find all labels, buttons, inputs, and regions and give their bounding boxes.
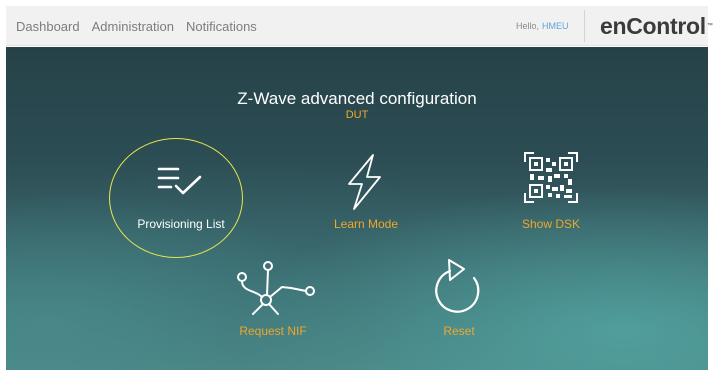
config-panel: Z-Wave advanced configuration DUT Provis… — [6, 47, 708, 370]
brand-logo: enControl ™ — [600, 6, 713, 46]
qr-code-icon — [524, 152, 578, 203]
user-greeting: Hello, HMEU — [516, 6, 569, 46]
header-divider — [584, 10, 585, 42]
show-dsk-tile[interactable]: Show DSK — [476, 147, 626, 257]
user-name-link[interactable]: HMEU — [542, 21, 569, 31]
page-title: Z-Wave advanced configuration — [237, 89, 477, 108]
list-check-icon — [157, 167, 202, 195]
nav-notifications[interactable]: Notifications — [186, 19, 257, 34]
device-name: DUT — [345, 109, 369, 121]
request-nif-tile[interactable]: Request NIF — [198, 254, 348, 364]
trademark-mark: ™ — [706, 23, 713, 29]
reset-icon — [435, 259, 480, 313]
brand-logo-text: enControl — [600, 12, 706, 39]
provisioning-list-tile[interactable]: Provisioning List — [106, 147, 256, 257]
network-nodes-icon — [237, 261, 315, 315]
greeting-text: Hello, — [516, 21, 540, 31]
provisioning-list-label: Provisioning List — [137, 217, 225, 231]
nav-administration[interactable]: Administration — [92, 19, 174, 34]
lightning-icon — [348, 154, 381, 210]
learn-mode-tile[interactable]: Learn Mode — [291, 147, 441, 257]
request-nif-label: Request NIF — [239, 324, 307, 338]
top-bar: Dashboard Administration Notifications H… — [6, 6, 713, 46]
reset-label: Reset — [443, 324, 475, 338]
reset-tile[interactable]: Reset — [384, 254, 534, 364]
nav-dashboard[interactable]: Dashboard — [16, 19, 80, 34]
learn-mode-label: Learn Mode — [333, 217, 399, 231]
main-nav: Dashboard Administration Notifications — [16, 6, 269, 46]
show-dsk-label: Show DSK — [521, 217, 581, 231]
